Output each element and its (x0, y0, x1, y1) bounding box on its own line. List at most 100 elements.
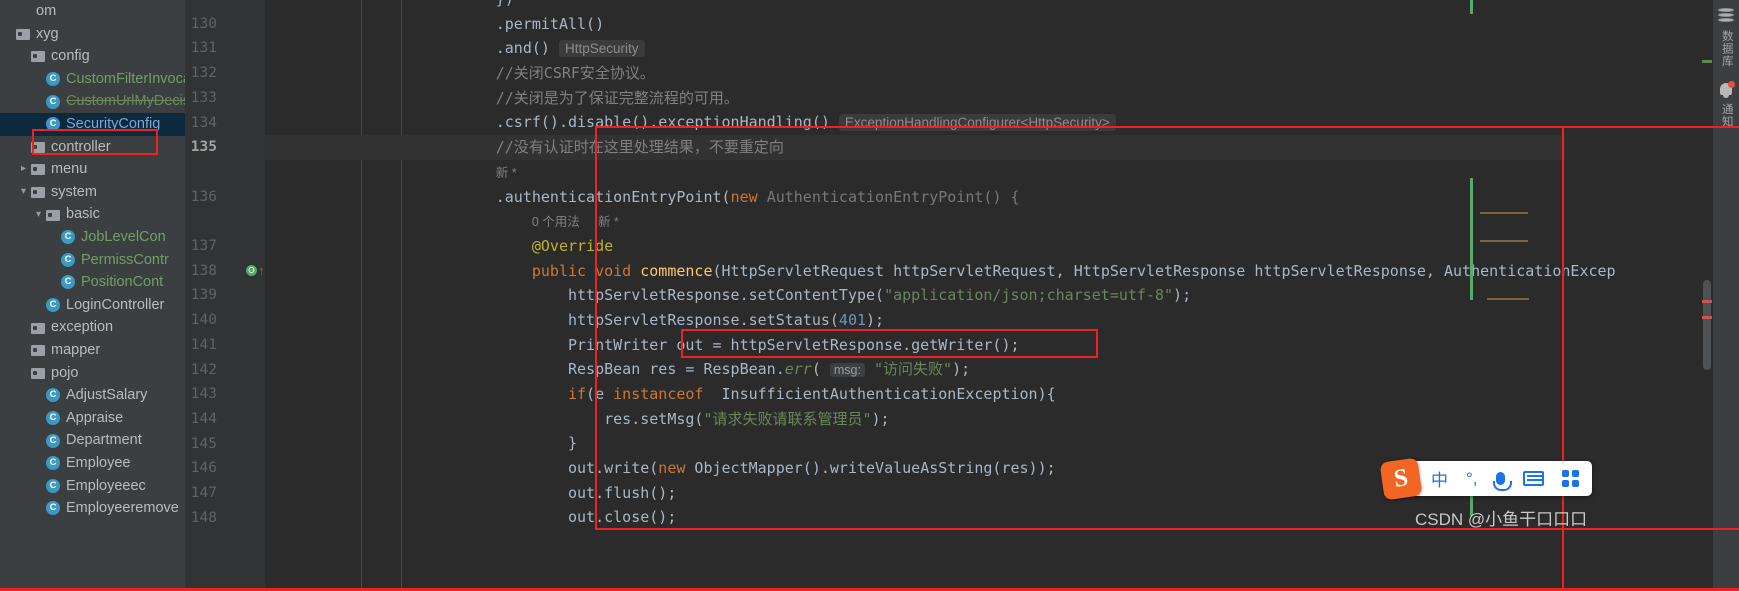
tree-item-label: SecurityConfig (66, 116, 161, 133)
tree-item-customurlmydecis[interactable]: CustomUrlMyDecis (0, 90, 185, 113)
code-line[interactable]: //没有认证时在这里处理结果，不要重定向 (265, 135, 1565, 160)
class-icon (45, 297, 61, 313)
tree-item-adjustsalary[interactable]: AdjustSalary (0, 384, 185, 407)
code-line[interactable]: @Override (265, 234, 1565, 259)
changed-lines-bar (1470, 0, 1473, 14)
ime-toolbox-button[interactable] (1553, 464, 1588, 494)
changed-lines-bar (1470, 178, 1473, 300)
tree-item-label: CustomUrlMyDecis (66, 93, 185, 110)
line-number: 133 (190, 89, 217, 106)
ime-voice-input-button[interactable] (1487, 464, 1514, 494)
tree-item-om[interactable]: om (0, 0, 185, 23)
code-line[interactable]: 0 个用法 新 * (265, 209, 1565, 234)
folder-icon (30, 184, 46, 200)
tree-item-exception[interactable]: exception (0, 316, 185, 339)
ime-language-mode-button[interactable]: 中 (1422, 464, 1457, 494)
code-line[interactable]: //关闭CSRF安全协议。 (265, 61, 1565, 86)
tree-item-securityconfig[interactable]: SecurityConfig (0, 112, 185, 136)
right-toolbar-item-database[interactable]: 数据库 (1720, 30, 1733, 68)
project-tool-window[interactable]: om xyg config CustomFilterInvoca CustomUrlMy… (0, 0, 185, 591)
code-line[interactable]: }) (265, 0, 1565, 12)
code-line[interactable]: .and() HttpSecurity (265, 36, 1565, 61)
tree-item-pojo[interactable]: pojo (0, 362, 185, 385)
scrollbar-marker[interactable] (1702, 300, 1712, 303)
chevron-down-icon[interactable]: ▾ (17, 187, 30, 197)
bell-icon[interactable] (1718, 80, 1735, 99)
line-number: 139 (190, 287, 217, 304)
tree-item-employeeremove[interactable]: Employeeremove (0, 497, 185, 520)
sogou-logo-icon[interactable]: S (1379, 457, 1423, 500)
tree-item-config[interactable]: config (0, 45, 185, 68)
code-line[interactable]: .permitAll() (265, 12, 1565, 37)
tree-item-positioncont[interactable]: PositionCont (0, 271, 185, 294)
code-line[interactable]: out.close(); (265, 505, 1565, 530)
tree-item-controller[interactable]: controller (0, 136, 185, 159)
tree-item-label: Appraise (66, 409, 124, 426)
tree-item-label: LoginController (66, 296, 165, 313)
right-tool-window-bar[interactable]: 数据库 通知 (1713, 0, 1739, 591)
chevron-down-icon[interactable]: ▾ (32, 209, 45, 220)
line-number: 137 (190, 238, 217, 254)
chevron-right-icon[interactable]: ▸ (17, 164, 30, 174)
tree-item-customfilterinvoca[interactable]: CustomFilterInvoca (0, 68, 185, 91)
sogou-ime-toolbar[interactable]: S 中 °, (1379, 457, 1592, 500)
tree-item-logincontroller[interactable]: LoginController (0, 294, 185, 317)
class-icon (45, 500, 61, 516)
code-line[interactable]: res.setMsg("请求失败请联系管理员"); (265, 407, 1565, 432)
right-toolbar-item-notifications[interactable]: 通知 (1720, 103, 1733, 128)
code-line[interactable]: //关闭是为了保证完整流程的可用。 (265, 86, 1565, 111)
tree-item-label: AdjustSalary (66, 387, 148, 404)
class-icon (60, 274, 76, 290)
code-line[interactable]: PrintWriter out = httpServletResponse.ge… (265, 333, 1565, 358)
tree-item-appraise[interactable]: Appraise (0, 407, 185, 430)
tree-item-xyg[interactable]: xyg (0, 23, 185, 46)
code-line[interactable]: public void commence(HttpServletRequest … (265, 259, 1616, 284)
tree-item-label: config (51, 48, 90, 65)
line-number: 148 (190, 509, 217, 526)
tree-item-employee[interactable]: Employee (0, 452, 185, 475)
code-line[interactable]: .authenticationEntryPoint(new Authentica… (265, 185, 1565, 210)
code-line[interactable]: } (265, 431, 1565, 456)
line-number: 136 (190, 188, 217, 205)
code-line[interactable]: out.flush(); (265, 481, 1565, 506)
tree-item-department[interactable]: Department (0, 429, 185, 452)
class-icon (45, 455, 61, 471)
ime-soft-keyboard-button[interactable] (1514, 464, 1553, 494)
code-vision-usages: 0 个用法 (531, 215, 580, 230)
scrollbar-marker[interactable] (1702, 316, 1712, 319)
override-method-marker-icon[interactable]: O ↑ (246, 264, 265, 277)
tree-item-employeeec[interactable]: Employeeec (0, 474, 185, 497)
editor-scrollbar[interactable] (1699, 0, 1713, 591)
code-line[interactable]: RespBean res = RespBean.err( msg: "访问失败"… (265, 357, 1565, 382)
tree-item-system[interactable]: ▾ system (0, 181, 185, 204)
line-number: 146 (190, 460, 217, 477)
code-editor[interactable]: 130 131 132 133 134 135 136 137 138 O ↑ 139 140 141 14… (185, 0, 1739, 591)
tree-item-label: Employee (66, 454, 131, 471)
code-text-area[interactable]: }) .permitAll() .and() HttpSecurity //关闭… (265, 0, 1713, 591)
editor-gutter[interactable]: 130 131 132 133 134 135 136 137 138 O ↑ 139 140 141 14… (185, 0, 493, 591)
tree-item-label: PositionCont (81, 274, 164, 291)
tree-item-label: om (36, 3, 57, 20)
tree-item-permisscontr[interactable]: PermissContr (0, 249, 185, 272)
tree-item-menu[interactable]: ▸ menu (0, 158, 185, 181)
scrollbar-marker[interactable] (1702, 60, 1712, 63)
code-line[interactable]: out.write(new ObjectMapper().writeValueA… (265, 456, 1565, 481)
line-number: 142 (190, 361, 217, 378)
line-number: 143 (190, 386, 217, 403)
tree-item-label: JobLevelCon (81, 228, 166, 245)
code-line[interactable]: .csrf().disable().exceptionHandling() Ex… (265, 110, 1565, 135)
line-number: 131 (190, 40, 217, 57)
code-line[interactable]: httpServletResponse.setContentType("appl… (265, 283, 1565, 308)
line-number: 132 (190, 65, 217, 82)
tree-item-joblevelcon[interactable]: JobLevelCon (0, 226, 185, 249)
tree-item-mapper[interactable]: mapper (0, 339, 185, 362)
tree-item-basic[interactable]: ▾ basic (0, 203, 185, 226)
ime-punctuation-mode-button[interactable]: °, (1457, 464, 1487, 494)
folder-icon (45, 207, 61, 223)
source-code[interactable]: }) .permitAll() .and() HttpSecurity //关闭… (265, 0, 1616, 530)
database-icon[interactable] (1717, 8, 1735, 26)
code-line[interactable]: if(e instanceof InsufficientAuthenticati… (265, 382, 1565, 407)
code-line[interactable]: httpServletResponse.setStatus(401); (265, 308, 1565, 333)
code-line[interactable]: 新 * (265, 160, 1565, 185)
scrollbar-thumb[interactable] (1703, 280, 1711, 370)
